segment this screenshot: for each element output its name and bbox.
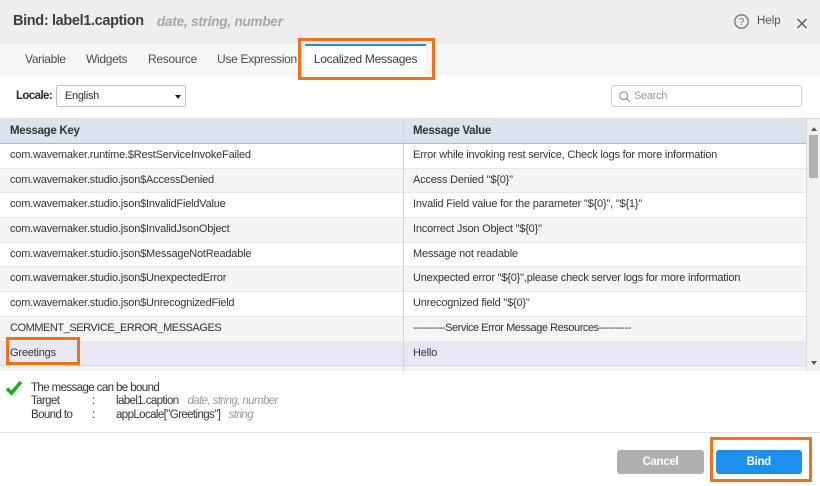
svg-text:?: ? — [739, 17, 745, 28]
